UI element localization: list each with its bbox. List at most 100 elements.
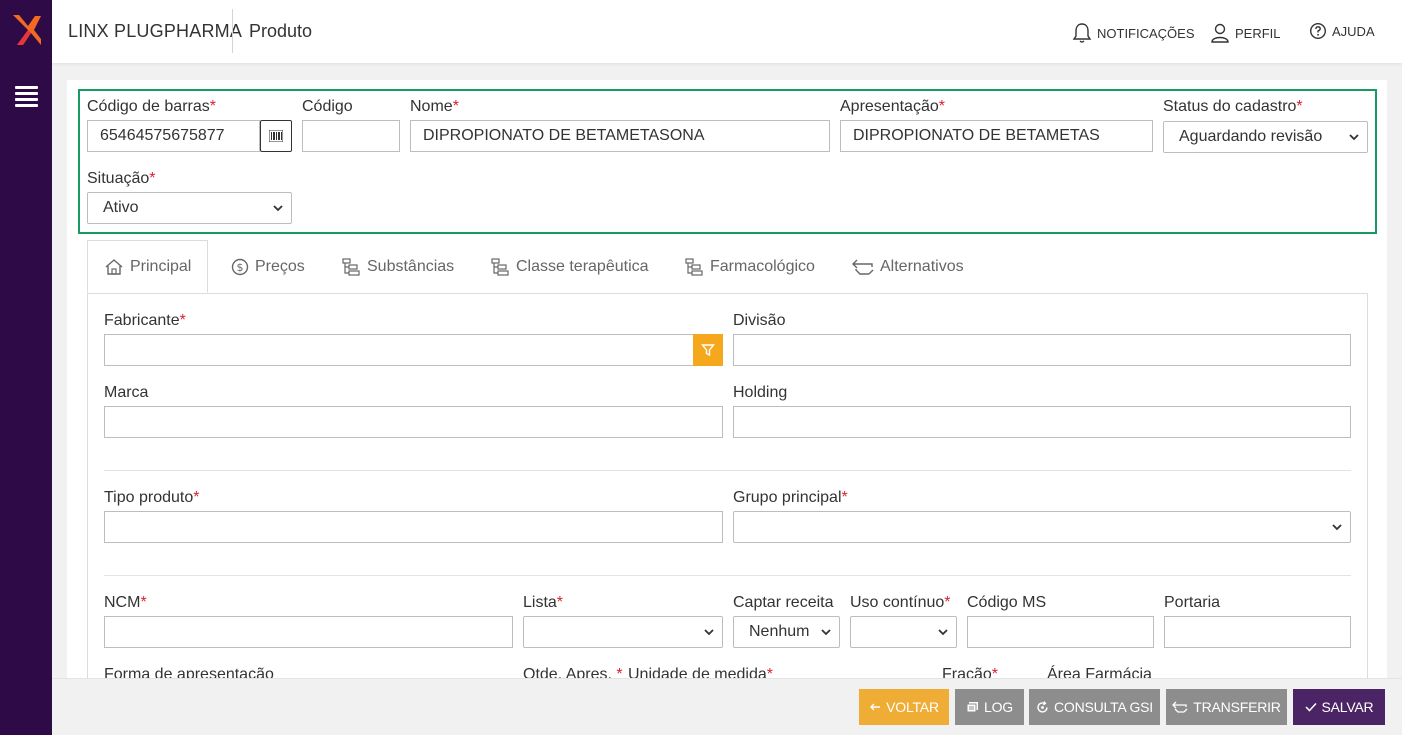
- ncm-label: NCM*: [104, 594, 147, 611]
- topbar-divider: [232, 9, 233, 53]
- division-field[interactable]: [733, 334, 1351, 366]
- arrow-left-icon: [870, 703, 881, 711]
- tree-icon: [685, 257, 703, 276]
- division-label: Divisão: [733, 312, 786, 329]
- barcode-field[interactable]: 65464575675877: [87, 120, 260, 152]
- continuous-use-label: Uso contínuo*: [850, 594, 951, 611]
- notifications-label: NOTIFICAÇÕES: [1097, 25, 1195, 41]
- tree-icon: [342, 257, 360, 276]
- ordinance-label: Portaria: [1164, 594, 1221, 611]
- main-group-select[interactable]: [733, 511, 1351, 543]
- help-button[interactable]: AJUDA: [1309, 22, 1375, 40]
- filter-icon: [701, 344, 715, 357]
- check-icon: [1304, 702, 1317, 712]
- chevron-down-icon: [821, 629, 831, 636]
- barcode-scan-button[interactable]: [260, 120, 292, 152]
- fraction-label: Fração*: [942, 666, 999, 678]
- status-select[interactable]: Aguardando revisão: [1163, 121, 1368, 153]
- list-label: Lista*: [523, 594, 564, 611]
- sidebar: [0, 0, 52, 735]
- swap-icon: [852, 259, 874, 275]
- back-button[interactable]: VOLTAR: [859, 689, 949, 725]
- unit-measure-label: Unidade de medida*: [628, 666, 773, 678]
- status-select-value: Aguardando revisão: [1179, 128, 1323, 145]
- app-brand: LINX PLUGPHARMA: [68, 21, 243, 41]
- profile-button[interactable]: PERFIL: [1210, 22, 1281, 44]
- tab-principal[interactable]: Principal: [87, 240, 209, 293]
- chevron-down-icon: [273, 205, 283, 212]
- tab-classe-terapeutica[interactable]: Classe terapêutica: [491, 240, 649, 293]
- home-icon: [105, 258, 123, 275]
- svg-text:$: $: [237, 261, 244, 274]
- continuous-use-select[interactable]: [850, 616, 957, 648]
- list-select[interactable]: [523, 616, 723, 648]
- ncm-field[interactable]: [104, 616, 513, 648]
- presentation-label: Apresentação*: [840, 98, 945, 115]
- ms-code-field[interactable]: [967, 616, 1154, 648]
- barcode-icon: [269, 130, 283, 142]
- situation-select[interactable]: Ativo: [87, 192, 292, 224]
- code-label: Código: [302, 98, 353, 115]
- dollar-icon: $: [231, 258, 249, 275]
- bell-icon: [1072, 23, 1092, 43]
- transfer-button-label: TRANSFERIR: [1193, 699, 1281, 715]
- presentation-form-label: Forma de apresentação: [104, 666, 274, 678]
- brand-field[interactable]: [104, 406, 723, 438]
- copy-icon: [966, 702, 979, 713]
- manufacturer-field[interactable]: [104, 334, 694, 366]
- tab-precos[interactable]: $ Preços: [231, 240, 305, 293]
- brand-label: Marca: [104, 384, 149, 401]
- barcode-label: Código de barras*: [87, 98, 216, 115]
- linx-logo: [13, 15, 41, 45]
- capture-prescription-label: Captar receita: [733, 594, 834, 611]
- ms-code-label: Código MS: [967, 594, 1047, 611]
- tab-farmacologico-label: Farmacológico: [710, 257, 815, 275]
- menu-toggle-icon[interactable]: [15, 86, 38, 107]
- chevron-down-icon: [704, 629, 714, 636]
- chevron-down-icon: [1349, 134, 1359, 141]
- capture-prescription-value: Nenhum: [749, 623, 810, 640]
- situation-select-value: Ativo: [103, 199, 139, 216]
- tab-substancias-label: Substâncias: [367, 257, 455, 275]
- footer-action-bar: VOLTAR LOG CONSULTA GSI TRANSFERIR SALVA…: [52, 678, 1402, 735]
- manufacturer-filter-button[interactable]: [693, 334, 723, 366]
- situation-label: Situação*: [87, 170, 156, 187]
- consult-gsi-button[interactable]: CONSULTA GSI: [1029, 689, 1160, 725]
- save-button-label: SALVAR: [1321, 699, 1374, 715]
- tab-farmacologico[interactable]: Farmacológico: [685, 240, 815, 293]
- holding-field[interactable]: [733, 406, 1351, 438]
- tab-principal-label: Principal: [130, 257, 192, 275]
- tab-alternativos[interactable]: Alternativos: [852, 240, 964, 293]
- log-button[interactable]: LOG: [955, 689, 1024, 725]
- user-icon: [1211, 23, 1229, 43]
- product-type-field[interactable]: [104, 511, 723, 543]
- back-button-label: VOLTAR: [886, 699, 939, 715]
- transfer-button[interactable]: TRANSFERIR: [1166, 689, 1287, 725]
- name-field[interactable]: DIPROPIONATO DE BETAMETASONA: [410, 120, 830, 152]
- tab-substancias[interactable]: Substâncias: [342, 240, 454, 293]
- section-divider: [104, 575, 1351, 576]
- name-label: Nome*: [410, 98, 459, 115]
- section-divider: [104, 470, 1351, 471]
- capture-prescription-select[interactable]: Nenhum: [733, 616, 840, 648]
- swap-icon: [1172, 701, 1188, 713]
- product-type-label: Tipo produto*: [104, 489, 200, 506]
- log-button-label: LOG: [984, 699, 1013, 715]
- code-field[interactable]: [302, 120, 400, 152]
- consult-gsi-button-label: CONSULTA GSI: [1054, 699, 1153, 715]
- tree-icon: [491, 257, 509, 276]
- tab-precos-label: Preços: [255, 257, 305, 275]
- product-form-card: Código de barras* 65464575675877 Código …: [67, 80, 1387, 678]
- manufacturer-label: Fabricante*: [104, 312, 186, 329]
- topbar: LINX PLUGPHARMA Produto NOTIFICAÇÕES PER…: [52, 0, 1402, 63]
- save-button[interactable]: SALVAR: [1293, 689, 1385, 725]
- ordinance-field[interactable]: [1164, 616, 1351, 648]
- presentation-field[interactable]: DIPROPIONATO DE BETAMETAS: [840, 120, 1153, 152]
- profile-label: PERFIL: [1235, 25, 1281, 41]
- tab-classe-terapeutica-label: Classe terapêutica: [516, 257, 649, 275]
- main-group-label: Grupo principal*: [733, 489, 848, 506]
- pharmacy-area-label: Área Farmácia: [1047, 666, 1152, 678]
- notifications-button[interactable]: NOTIFICAÇÕES: [1072, 22, 1195, 44]
- status-label: Status do cadastro*: [1163, 98, 1303, 115]
- principal-tab-panel: Fabricante* Divisão Marca Holding Tipo p…: [87, 293, 1368, 678]
